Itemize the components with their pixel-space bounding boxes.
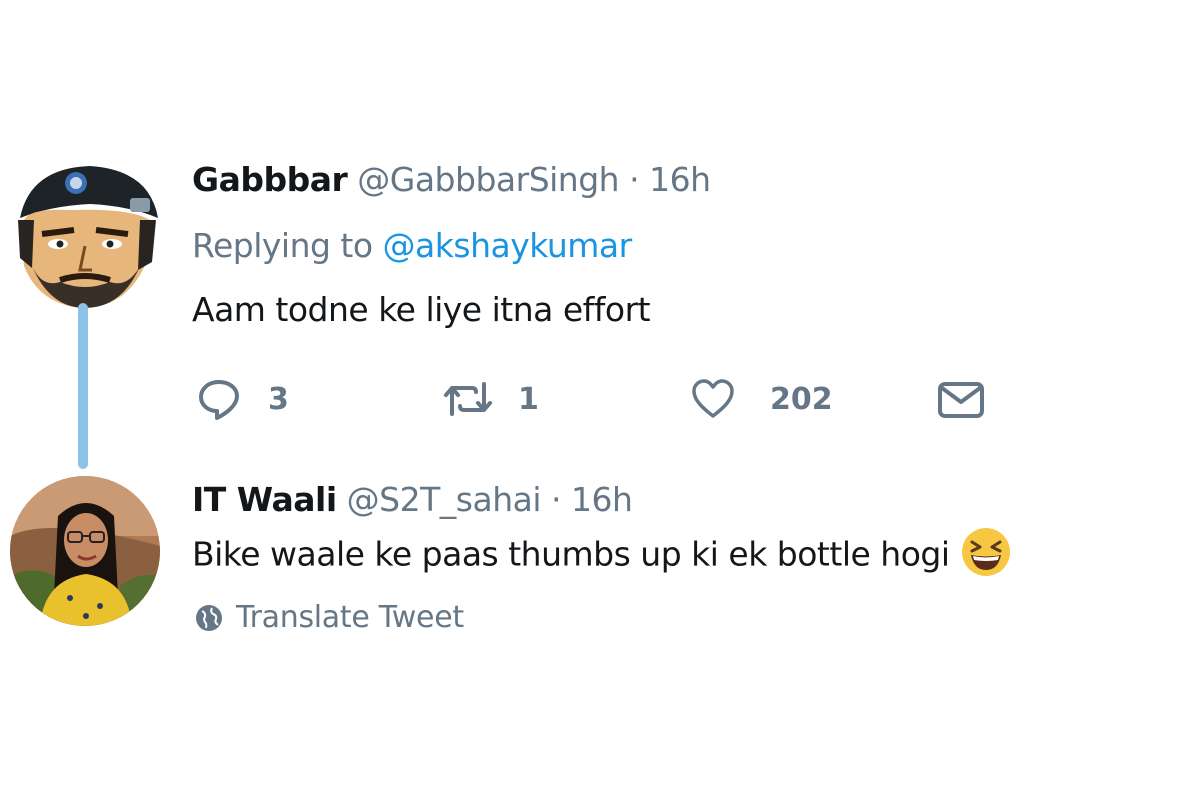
tweet-gabbbar: Gabbbar @GabbbarSingh · 16h Replying to …: [0, 0, 1200, 470]
retweet-icon: [444, 382, 492, 416]
translate-tweet-link[interactable]: Translate Tweet: [194, 600, 464, 635]
tweet-text: Bike waale ke paas thumbs up ki ek bottl…: [192, 534, 950, 574]
envelope-icon: [938, 382, 984, 418]
grinning-squinting-face-icon: [961, 528, 1010, 576]
mention-link[interactable]: @akshaykumar: [383, 226, 633, 265]
tweet-actions: 3 1 202: [196, 374, 996, 424]
avatar-it-waali[interactable]: [10, 476, 160, 626]
replying-to-line: Replying to @akshaykumar: [192, 226, 632, 265]
avatar-gabbbar[interactable]: [10, 158, 160, 308]
like-button[interactable]: 202: [690, 374, 833, 424]
thread-connector-line: [78, 303, 88, 469]
retweet-count: 1: [518, 381, 539, 417]
timestamp[interactable]: 16h: [649, 160, 711, 199]
tweet-header: Gabbbar @GabbbarSingh · 16h: [192, 160, 711, 199]
reply-icon: [199, 380, 239, 420]
tweet-it-waali: IT Waali @S2T_sahai · 16h Bike waale ke …: [0, 470, 1200, 670]
tweet-text: Aam todne ke liye itna effort: [192, 290, 651, 329]
user-handle[interactable]: @GabbbarSingh: [357, 160, 619, 199]
retweet-button[interactable]: 1: [442, 374, 539, 424]
reply-count: 3: [268, 381, 289, 417]
avatar-it-waali-image: [10, 476, 160, 626]
direct-message-button[interactable]: [936, 374, 986, 424]
display-name[interactable]: IT Waali: [192, 480, 337, 519]
user-handle[interactable]: @S2T_sahai: [347, 480, 542, 519]
avatar-gabbbar-image: [10, 158, 160, 308]
like-count: 202: [770, 381, 833, 417]
translate-tweet-label: Translate Tweet: [236, 600, 464, 635]
reply-button[interactable]: 3: [196, 374, 289, 424]
timestamp[interactable]: 16h: [571, 480, 633, 519]
globe-icon: [196, 604, 222, 631]
separator-dot: ·: [551, 480, 562, 519]
separator-dot: ·: [629, 160, 640, 199]
heart-icon: [692, 379, 734, 418]
tweet-header: IT Waali @S2T_sahai · 16h: [192, 480, 633, 519]
display-name[interactable]: Gabbbar: [192, 160, 348, 199]
replying-to-label: Replying to: [192, 226, 383, 265]
tweet-text-line: Bike waale ke paas thumbs up ki ek bottl…: [192, 528, 1012, 582]
